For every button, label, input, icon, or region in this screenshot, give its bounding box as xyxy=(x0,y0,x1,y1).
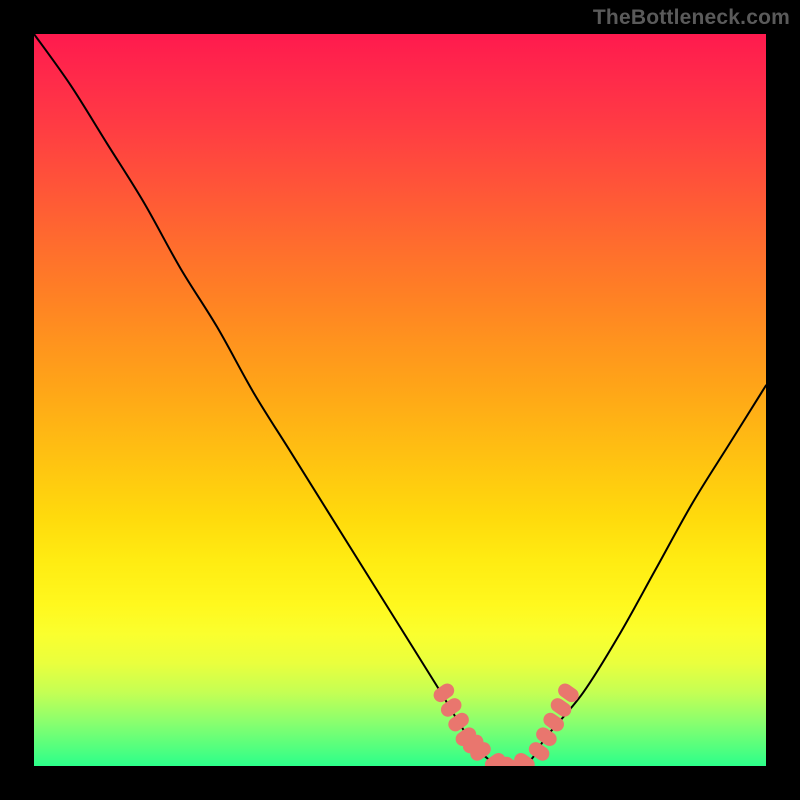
bottleneck-curve-line xyxy=(34,34,766,766)
chart-frame: TheBottleneck.com xyxy=(0,0,800,800)
chart-svg xyxy=(34,34,766,766)
marker-group xyxy=(431,681,582,766)
plot-area xyxy=(34,34,766,766)
watermark-text: TheBottleneck.com xyxy=(593,6,790,30)
